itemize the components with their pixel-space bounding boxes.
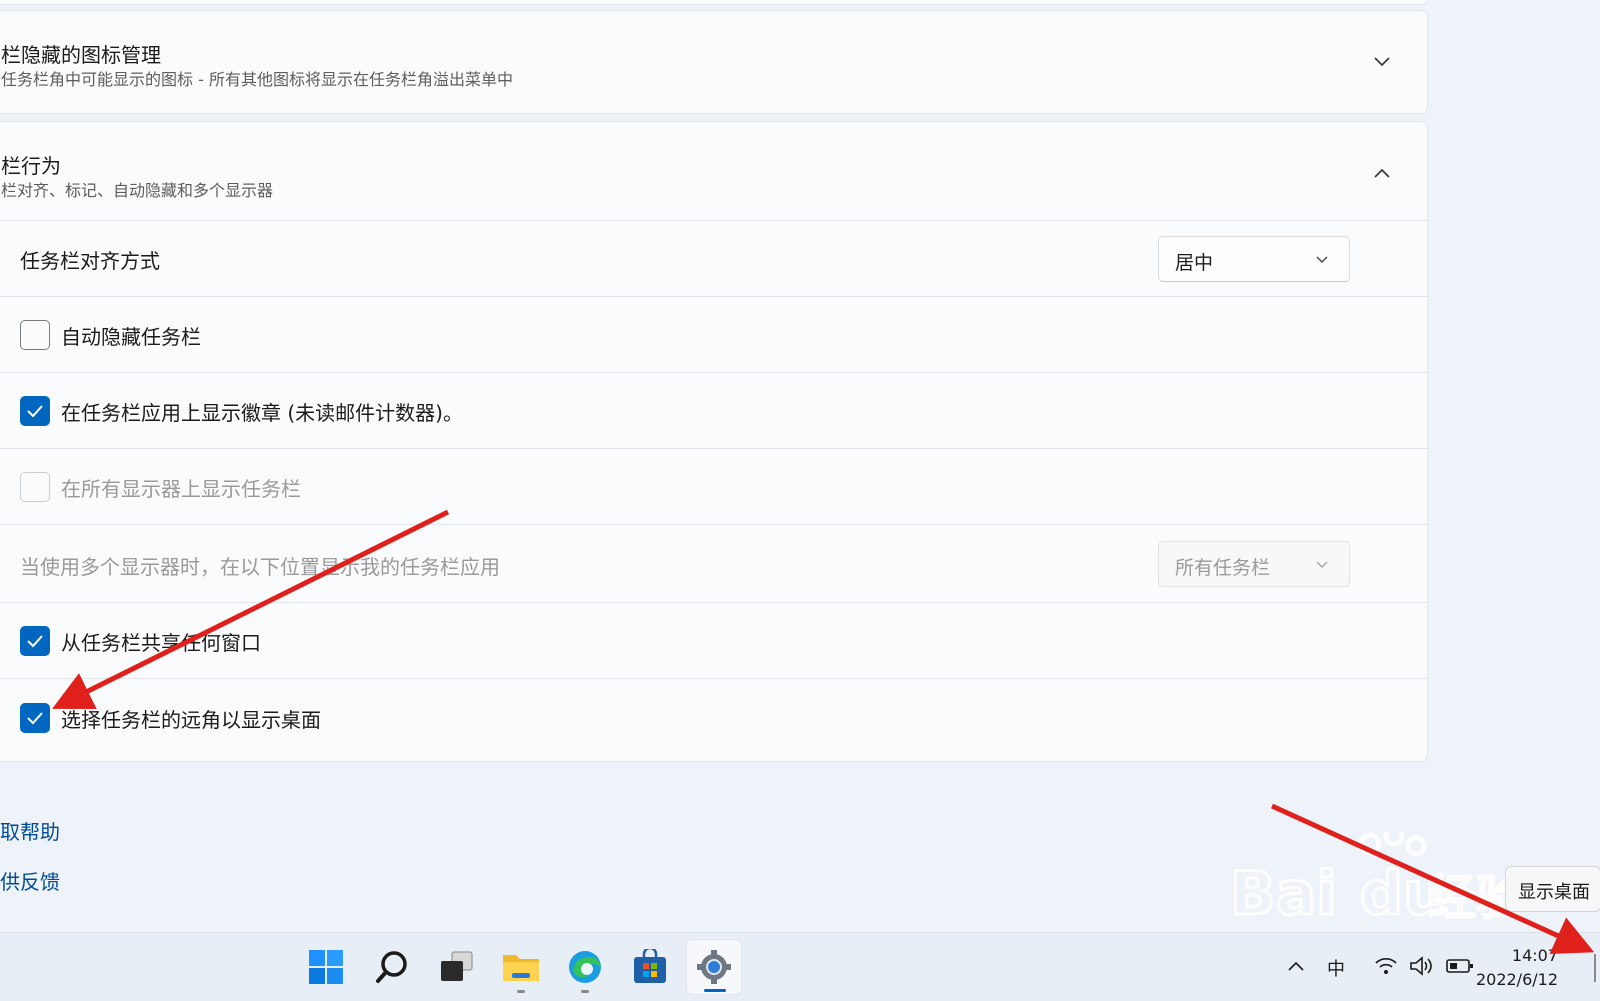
section-taskbar-corner-overflow[interactable]: 栏隐藏的图标管理 任务栏角中可能显示的图标 - 所有其他图标将显示在任务栏角溢出…	[0, 10, 1428, 114]
section-taskbar-behaviors: 栏行为 栏对齐、标记、自动隐藏和多个显示器 任务栏对齐方式 居中 自动隐藏任务栏…	[0, 121, 1428, 762]
clock-date[interactable]: 2022/6/12	[1476, 970, 1558, 989]
settings-button[interactable]	[686, 939, 742, 995]
chevron-down-icon	[1316, 561, 1328, 568]
show-desktop-button[interactable]	[1594, 954, 1596, 982]
previous-section-card	[0, 0, 1428, 5]
multi-display-dropdown[interactable]: 所有任务栏	[1158, 541, 1350, 587]
volume-icon[interactable]	[1408, 955, 1434, 977]
badges-label: 在任务栏应用上显示徽章 (未读邮件计数器)。	[61, 401, 463, 425]
start-button[interactable]	[298, 939, 354, 995]
alignment-dropdown[interactable]: 居中	[1158, 236, 1350, 282]
section-subtitle: 栏对齐、标记、自动隐藏和多个显示器	[1, 181, 274, 200]
running-indicator	[581, 990, 589, 993]
task-view-button[interactable]	[428, 939, 484, 995]
feedback-link[interactable]: 供反馈	[0, 866, 60, 895]
far-corner-checkbox[interactable]	[20, 703, 50, 733]
setting-row-alignment: 任务栏对齐方式 居中	[0, 220, 1427, 296]
store-button[interactable]	[622, 939, 678, 995]
far-corner-label: 选择任务栏的远角以显示桌面	[61, 708, 321, 732]
alignment-label: 任务栏对齐方式	[20, 249, 160, 273]
alignment-value: 居中	[1175, 252, 1214, 274]
setting-row-badges: 在任务栏应用上显示徽章 (未读邮件计数器)。	[0, 372, 1427, 448]
active-indicator	[704, 989, 726, 992]
wifi-icon[interactable]	[1374, 955, 1398, 977]
checkmark-icon	[27, 405, 43, 418]
file-explorer-icon	[503, 955, 539, 981]
autohide-label: 自动隐藏任务栏	[61, 325, 201, 349]
section-title: 栏行为	[1, 154, 61, 178]
setting-row-multi-display: 当使用多个显示器时，在以下位置显示我的任务栏应用 所有任务栏	[0, 524, 1427, 602]
setting-row-all-displays: 在所有显示器上显示任务栏	[0, 448, 1427, 524]
svg-text:Bai: Bai	[1230, 859, 1337, 929]
checkmark-icon	[27, 712, 43, 725]
search-icon	[376, 951, 407, 983]
start-icon	[309, 950, 343, 984]
badges-checkbox[interactable]	[20, 396, 50, 426]
file-explorer-button[interactable]	[493, 939, 549, 995]
settings-icon	[697, 950, 731, 984]
task-view-icon	[441, 951, 473, 981]
share-checkbox[interactable]	[20, 626, 50, 656]
battery-icon[interactable]	[1446, 957, 1474, 975]
multi-display-value: 所有任务栏	[1175, 557, 1271, 579]
svg-text:du: du	[1360, 859, 1446, 929]
edge-icon	[569, 951, 601, 983]
all-displays-checkbox[interactable]	[20, 472, 50, 502]
section-header[interactable]: 栏行为 栏对齐、标记、自动隐藏和多个显示器	[0, 122, 1427, 225]
get-help-link[interactable]: 取帮助	[0, 816, 60, 845]
store-icon	[634, 949, 666, 983]
taskbar: 中 14:07 2022/6/12	[0, 932, 1600, 1001]
setting-row-autohide: 自动隐藏任务栏	[0, 296, 1427, 372]
chevron-down-icon	[1316, 256, 1328, 263]
all-displays-label: 在所有显示器上显示任务栏	[61, 477, 301, 501]
clock-time[interactable]: 14:07	[1512, 946, 1558, 965]
show-desktop-tooltip: 显示桌面	[1505, 866, 1600, 912]
checkmark-icon	[27, 635, 43, 648]
ime-indicator[interactable]: 中	[1327, 955, 1345, 981]
setting-row-share: 从任务栏共享任何窗口	[0, 602, 1427, 678]
chevron-up-icon[interactable]	[1369, 160, 1395, 186]
running-indicator	[517, 990, 525, 993]
section-subtitle: 任务栏角中可能显示的图标 - 所有其他图标将显示在任务栏角溢出菜单中	[1, 70, 513, 89]
chevron-down-icon[interactable]	[1369, 49, 1395, 75]
multi-display-label: 当使用多个显示器时，在以下位置显示我的任务栏应用	[20, 555, 500, 579]
share-label: 从任务栏共享任何窗口	[61, 631, 261, 655]
search-button[interactable]	[364, 939, 420, 995]
edge-button[interactable]	[557, 939, 613, 995]
section-title: 栏隐藏的图标管理	[1, 43, 161, 67]
setting-row-far-corner: 选择任务栏的远角以显示桌面	[0, 678, 1427, 762]
autohide-checkbox[interactable]	[20, 320, 50, 350]
show-hidden-icons-chevron-icon[interactable]	[1286, 958, 1306, 974]
tooltip-text: 显示桌面	[1518, 882, 1590, 903]
